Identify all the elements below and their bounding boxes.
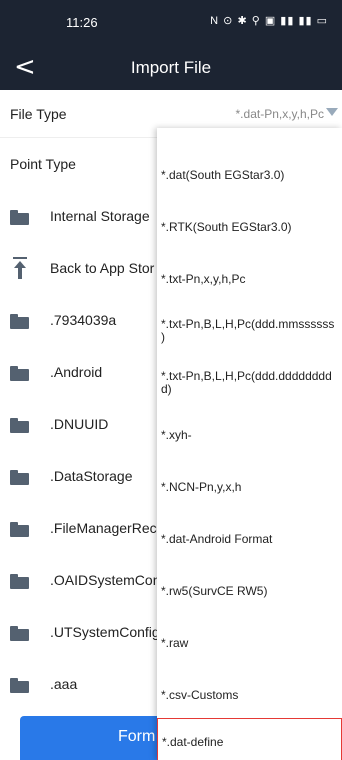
folder-icon <box>10 522 29 537</box>
file-type-label: File Type <box>10 106 67 122</box>
folder-name: .DataStorage <box>50 468 133 484</box>
folder-icon <box>10 418 29 433</box>
dropdown-option-label: *.csv-Customs <box>161 688 239 702</box>
folder-name: .Android <box>50 364 103 380</box>
folder-name: .7934039a <box>50 312 117 328</box>
dropdown-option[interactable]: *.csv-Customs <box>157 670 342 722</box>
dropdown-option[interactable]: *.raw <box>157 618 342 670</box>
status-time: 11:26 <box>66 15 98 30</box>
app-bar: < Import File <box>0 46 342 90</box>
folder-icon <box>10 470 29 485</box>
folder-name: .DNUUID <box>50 416 109 432</box>
folder-name: Internal Storage <box>50 208 150 224</box>
folder-icon <box>10 626 29 641</box>
upload-arrow-icon <box>12 257 28 279</box>
dropdown-option-label: *.txt-Pn,B,L,H,Pc(ddd.dddddddd <box>161 369 332 383</box>
dropdown-option[interactable]: *.NCN-Pn,y,x,h <box>157 462 342 514</box>
dropdown-option-label: *.xyh- <box>161 428 192 442</box>
dropdown-option[interactable]: *.txt-Pn,x,y,h,Pc <box>157 254 342 306</box>
dropdown-option-label: *.dat(South EGStar3.0) <box>161 168 285 182</box>
dropdown-option-label: *.NCN-Pn,y,x,h <box>161 480 242 494</box>
dropdown-option-label: *.txt-Pn,x,y,h,Pc <box>161 272 246 286</box>
dropdown-option-label: *.rw5(SurvCE RW5) <box>161 584 268 598</box>
folder-icon <box>10 314 29 329</box>
status-bar: 11:26 N ⊙ ✱ ⚲ ▣ ▮▮ ▮▮ ▭ <box>0 0 342 46</box>
folder-name: .UTSystemConfig <box>50 624 160 640</box>
folder-open-icon <box>10 210 29 225</box>
folder-name: .OAIDSystemCon <box>50 572 160 588</box>
folder-name: .aaa <box>50 676 78 692</box>
dropdown-option-label: *.dat-define <box>162 735 224 749</box>
folder-name: Back to App Stor <box>50 260 155 276</box>
folder-name: .FileManagerRec <box>50 520 157 536</box>
dropdown-option-selected[interactable]: *.dat-define <box>157 718 342 760</box>
dropdown-option[interactable]: *.txt-Pn,B,L,H,Pc(ddd.dddddddd d) <box>157 358 342 410</box>
status-icons: N ⊙ ✱ ⚲ ▣ ▮▮ ▮▮ ▭ <box>210 15 328 27</box>
dropdown-option-label: *.txt-Pn,B,L,H,Pc(ddd.mmssssss <box>161 317 335 331</box>
file-type-value[interactable]: *.dat-Pn,x,y,h,Pc <box>236 107 324 121</box>
dropdown-option[interactable]: *.dat-Android Format <box>157 514 342 566</box>
dropdown-caret-icon[interactable] <box>326 108 338 116</box>
format-button-label: Form <box>118 728 156 745</box>
file-type-dropdown: *.dat(South EGStar3.0) *.RTK(South EGSta… <box>157 128 342 760</box>
folder-icon <box>10 678 29 693</box>
folder-icon <box>10 574 29 589</box>
dropdown-option-label: *.RTK(South EGStar3.0) <box>161 220 292 234</box>
dropdown-option[interactable]: *.RTK(South EGStar3.0) <box>157 202 342 254</box>
dropdown-option-label: *.raw <box>161 636 189 650</box>
dropdown-option[interactable]: *.xyh- <box>157 410 342 462</box>
dropdown-option[interactable]: *.txt-Pn,B,L,H,Pc(ddd.mmssssss ) <box>157 306 342 358</box>
dropdown-option[interactable]: *.rw5(SurvCE RW5) <box>157 566 342 618</box>
folder-icon <box>10 366 29 381</box>
dropdown-option[interactable]: *.dat(South EGStar3.0) <box>157 150 342 202</box>
dropdown-option-label-line2: ) <box>161 330 165 344</box>
point-type-label: Point Type <box>10 156 76 172</box>
dropdown-option-label-line2: d) <box>161 382 172 396</box>
dropdown-option-label: *.dat-Android Format <box>161 532 273 546</box>
page-title: Import File <box>130 58 212 77</box>
